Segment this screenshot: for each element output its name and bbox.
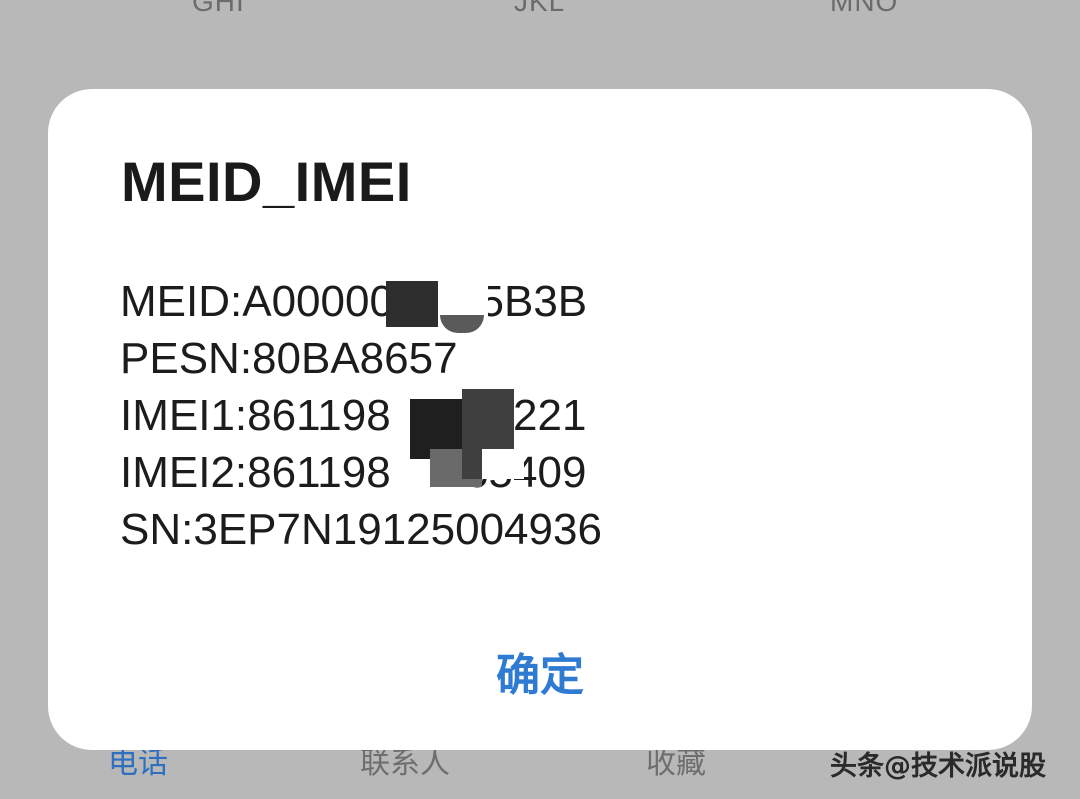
pesn-line: PESN:80BA8657: [120, 334, 458, 383]
imei1-line: IMEI1:861198 380221: [120, 391, 587, 440]
dialpad-key-jkl-letters: JKL: [514, 0, 566, 17]
device-identifier-list: MEID:A00000 45B3B PESN:80BA8657 IMEI1:86…: [120, 273, 602, 558]
imei2-line: IMEI2:861198 765409: [120, 448, 587, 497]
dialpad-key-ghi-letters: GHI: [192, 0, 245, 17]
redaction-block: [482, 449, 524, 479]
redaction-block: [386, 281, 438, 327]
dialpad-key-mno-letters: MNO: [830, 0, 899, 17]
confirm-button[interactable]: 确定: [490, 639, 590, 701]
meid-imei-dialog: MEID_IMEI MEID:A00000 45B3B PESN:80BA865…: [48, 89, 1032, 750]
meid-line: MEID:A00000 45B3B: [120, 277, 588, 326]
dialpad-letters-row: GHI JKL MNO: [0, 0, 1080, 26]
dialog-title: MEID_IMEI: [121, 150, 412, 213]
sn-line: SN:3EP7N19125004936: [120, 505, 602, 554]
